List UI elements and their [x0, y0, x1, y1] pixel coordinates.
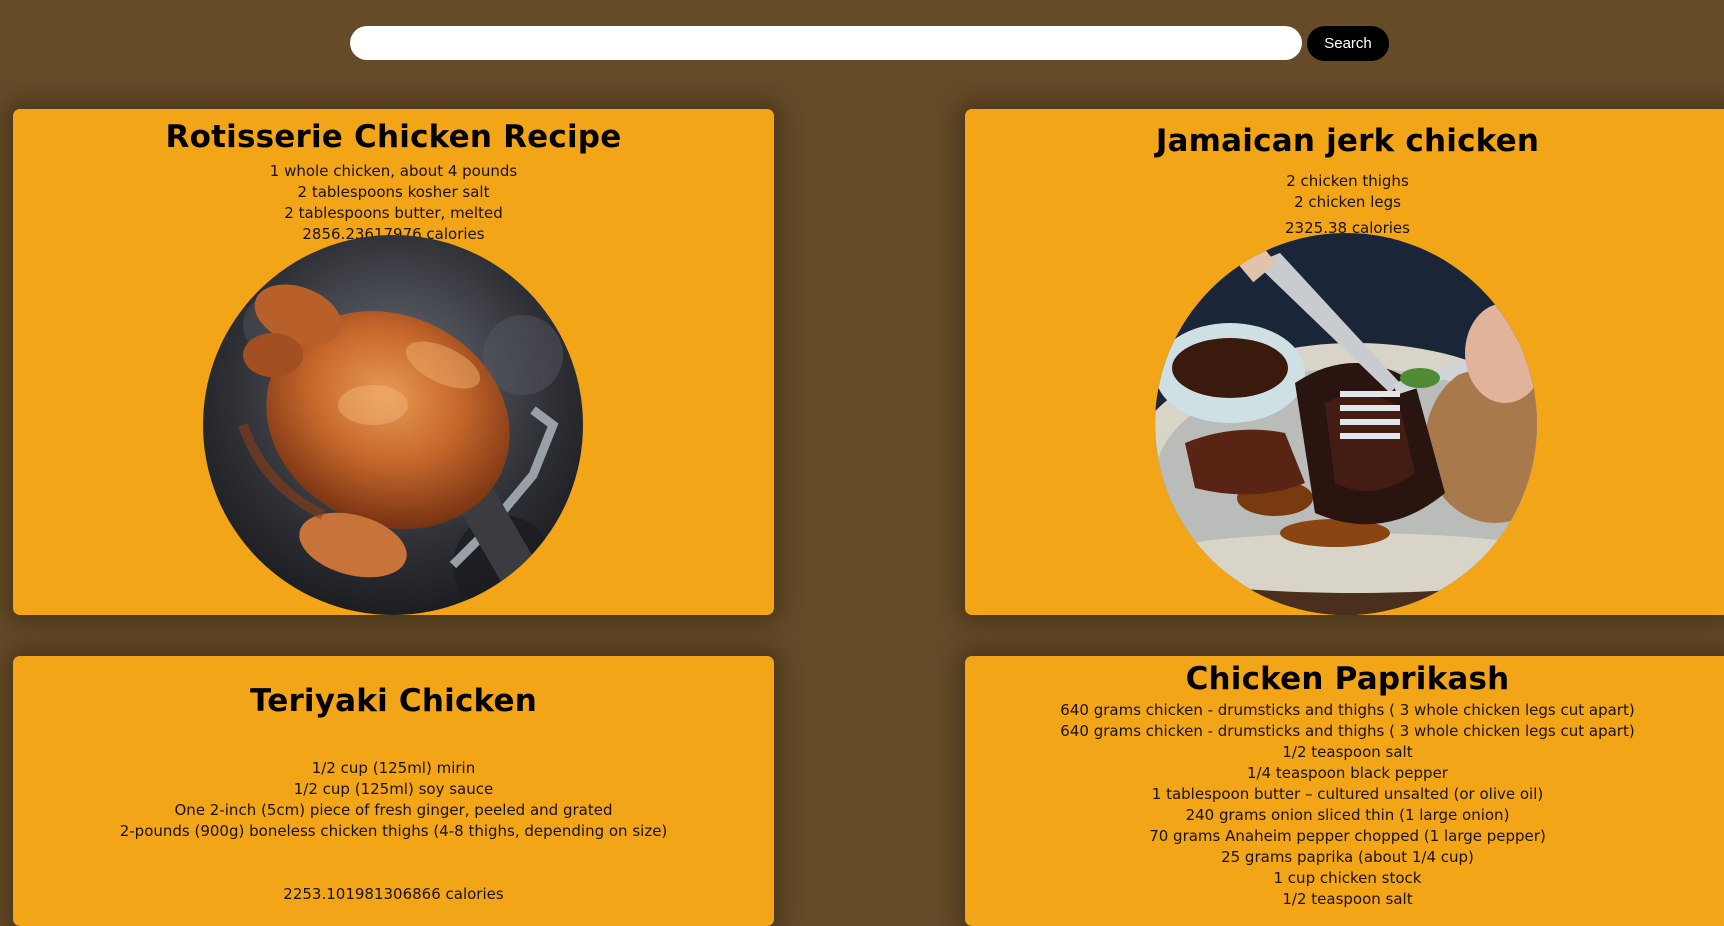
recipe-title: Chicken Paprikash — [1185, 661, 1510, 697]
ingredient-item: 1/2 teaspoon salt — [1282, 743, 1413, 761]
ingredient-item: 2 tablespoons kosher salt — [297, 183, 490, 201]
rotisserie-chicken-photo — [203, 235, 583, 615]
ingredient-item: 1 tablespoon butter – cultured unsalted … — [1151, 785, 1544, 803]
ingredient-item: 1 whole chicken, about 4 pounds — [269, 162, 518, 180]
ingredient-item: 2 chicken legs — [1294, 193, 1401, 211]
ingredient-item: 1/4 teaspoon black pepper — [1247, 764, 1448, 782]
recipe-title: Teriyaki Chicken — [249, 683, 538, 719]
ingredient-list: 1 whole chicken, about 4 pounds 2 tables… — [13, 161, 774, 224]
recipe-card-teriyaki-chicken: Teriyaki Chicken 1/2 cup (125ml) mirin 1… — [13, 656, 774, 926]
ingredient-item: 25 grams paprika (about 1/4 cup) — [1221, 848, 1474, 866]
ingredient-list: 640 grams chicken - drumsticks and thigh… — [965, 700, 1724, 910]
ingredient-item: 2 tablespoons butter, melted — [284, 204, 503, 222]
search-input[interactable] — [350, 26, 1302, 60]
ingredient-item: 2-pounds (900g) boneless chicken thighs … — [119, 822, 668, 840]
ingredient-list: 2 chicken thighs 2 chicken legs — [965, 171, 1724, 213]
ingredient-item: 1/2 cup (125ml) mirin — [311, 759, 476, 777]
ingredient-item: 1/2 teaspoon salt — [1282, 890, 1413, 908]
ingredient-item: 1 cup chicken stock — [1273, 869, 1422, 887]
calorie-count: 2253.101981306866 calories — [283, 885, 504, 903]
recipe-title: Rotisserie Chicken Recipe — [165, 119, 622, 155]
recipe-card-jamaican-jerk-chicken: Jamaican jerk chicken 2 chicken thighs 2… — [965, 109, 1724, 615]
recipe-card-rotisserie-chicken: Rotisserie Chicken Recipe 1 whole chicke… — [13, 109, 774, 615]
ingredient-list: 1/2 cup (125ml) mirin 1/2 cup (125ml) so… — [13, 758, 774, 842]
search-bar: Search — [350, 25, 1390, 61]
ingredient-item: 240 grams onion sliced thin (1 large oni… — [1185, 806, 1510, 824]
jerk-chicken-photo — [1155, 233, 1537, 615]
ingredient-item: 640 grams chicken - drumsticks and thigh… — [1060, 722, 1635, 740]
recipe-title: Jamaican jerk chicken — [1155, 123, 1540, 159]
ingredient-item: 1/2 cup (125ml) soy sauce — [293, 780, 494, 798]
ingredient-item: 70 grams Anaheim pepper chopped (1 large… — [1149, 827, 1546, 845]
ingredient-item: One 2-inch (5cm) piece of fresh ginger, … — [174, 801, 613, 819]
ingredient-item: 2 chicken thighs — [1286, 172, 1409, 190]
recipe-card-chicken-paprikash: Chicken Paprikash 640 grams chicken - dr… — [965, 656, 1724, 926]
search-button[interactable]: Search — [1307, 25, 1389, 61]
ingredient-item: 640 grams chicken - drumsticks and thigh… — [1060, 701, 1635, 719]
